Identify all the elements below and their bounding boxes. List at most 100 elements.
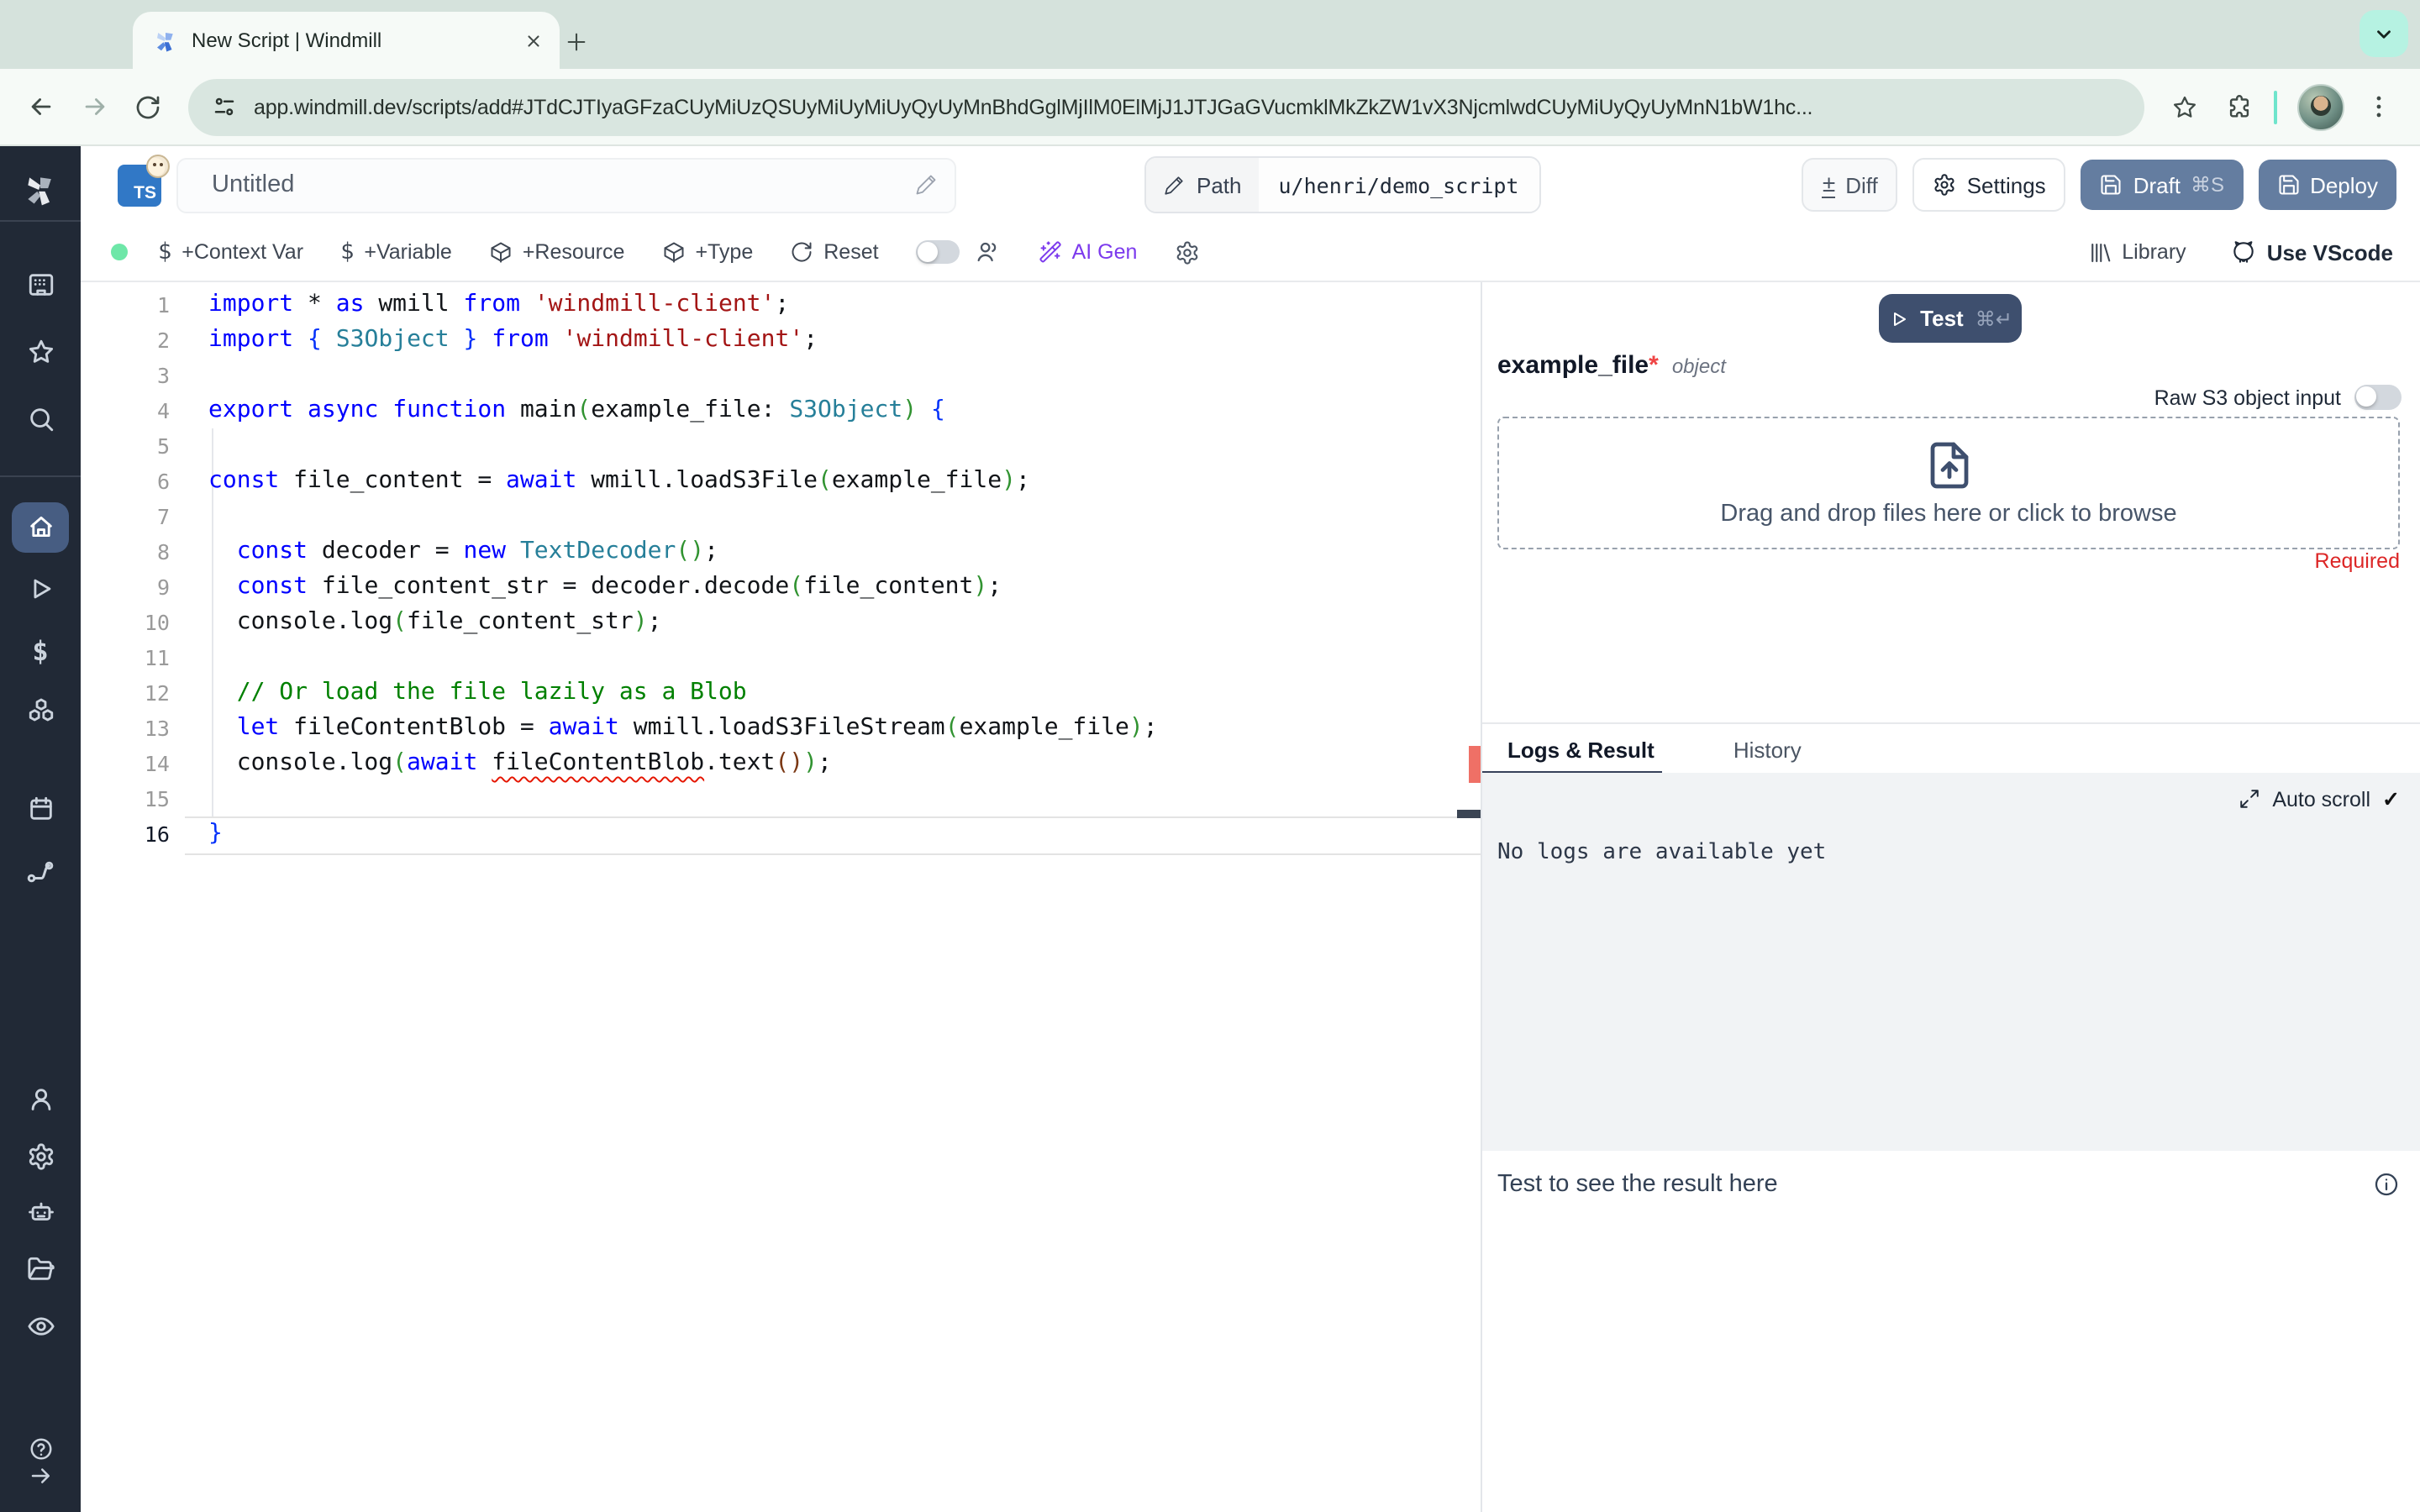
sidebar-expand-button[interactable] [0, 1463, 81, 1488]
code-line[interactable]: 1 import * as wmill from 'windmill-client… [81, 286, 1481, 322]
sidebar-item-runs[interactable] [0, 575, 81, 603]
use-vscode-button[interactable]: Use VScode [2230, 239, 2393, 265]
sidebar-item-users[interactable] [0, 1085, 81, 1114]
pencil-icon [1163, 174, 1185, 196]
code-line[interactable]: 3 [81, 357, 1481, 392]
info-icon[interactable] [2373, 1171, 2400, 1198]
forward-button[interactable] [71, 83, 118, 130]
windmill-logo[interactable] [0, 171, 81, 208]
star-icon [26, 338, 55, 366]
deploy-button[interactable]: Deploy [2258, 160, 2396, 210]
reset-button[interactable]: Reset [790, 240, 879, 264]
bun-runtime-icon [146, 154, 170, 177]
bookmark-star-button[interactable] [2161, 83, 2208, 130]
settings-button[interactable]: Settings [1912, 158, 2066, 212]
sidebar-item-audit-logs[interactable] [0, 1312, 81, 1341]
gear-icon [26, 1142, 55, 1171]
ai-gen-label: AI Gen [1071, 240, 1138, 264]
address-bar[interactable]: app.windmill.dev/scripts/add#JTdCJTIyaGF… [188, 78, 2144, 135]
add-resource-button[interactable]: +Resource [489, 240, 624, 264]
code-line[interactable]: 15 [81, 780, 1481, 816]
diff-button[interactable]: ± Diff [1802, 158, 1898, 212]
draft-button[interactable]: Draft ⌘S [2081, 160, 2244, 210]
code-line[interactable]: 11 [81, 639, 1481, 675]
tab-logs-result[interactable]: Logs & Result [1507, 737, 1655, 762]
variable-label: +Variable [364, 240, 452, 264]
raw-s3-toggle[interactable] [2354, 385, 2402, 410]
collab-toggle[interactable] [915, 240, 960, 264]
code-line[interactable]: 13 let fileContentBlob = await wmill.loa… [81, 710, 1481, 745]
people-icon[interactable] [975, 239, 1002, 265]
path-edit-button[interactable]: Path [1146, 158, 1259, 212]
sidebar-item-folders[interactable] [0, 1255, 81, 1284]
back-button[interactable] [17, 83, 64, 130]
code-line[interactable]: 7 [81, 498, 1481, 533]
test-button[interactable]: Test ⌘↵ [1879, 294, 2022, 343]
play-icon [1888, 308, 1908, 328]
new-tab-button[interactable] [565, 24, 588, 57]
script-title-input[interactable]: Untitled [176, 157, 956, 213]
edit-pencil-icon[interactable] [914, 173, 938, 197]
editor-scrollbar-thumb[interactable] [1457, 810, 1481, 818]
sidebar-item-help[interactable] [0, 1436, 81, 1462]
code-line[interactable]: 8 const decoder = new TextDecoder(); [81, 533, 1481, 569]
reload-button[interactable] [124, 83, 171, 130]
raw-s3-toggle-row: Raw S3 object input [2154, 385, 2402, 410]
sidebar-divider [0, 475, 81, 477]
code-line[interactable]: 4 export async function main(example_file… [81, 392, 1481, 428]
folder-open-icon [26, 1255, 55, 1284]
site-settings-icon[interactable] [212, 94, 237, 119]
browser-tab[interactable]: New Script | Windmill [133, 12, 560, 69]
save-icon [2276, 173, 2300, 197]
run-panel: Test ⌘↵ example_file* object Raw S3 obje… [1481, 282, 2420, 1512]
add-context-var-button[interactable]: $ +Context Var [158, 239, 303, 265]
window-chevron-button[interactable] [2360, 10, 2408, 57]
sidebar-item-flows[interactable] [0, 857, 81, 887]
extensions-icon[interactable] [2225, 92, 2254, 121]
code-line[interactable]: 9 const file_content_str = decoder.decod… [81, 569, 1481, 604]
header-actions: ± Diff Settings Draft ⌘S Deploy [1802, 158, 2396, 212]
tab-history[interactable]: History [1733, 737, 1802, 762]
browser-menu-icon[interactable] [2365, 92, 2393, 121]
profile-avatar[interactable] [2297, 83, 2344, 130]
sidebar-item-workers[interactable] [0, 1198, 81, 1226]
code-line[interactable]: 6 const file_content = await wmill.loadS3… [81, 463, 1481, 498]
add-variable-button[interactable]: $ +Variable [340, 239, 452, 265]
sidebar-item-home[interactable] [0, 512, 81, 541]
auto-scroll-control[interactable]: Auto scroll ✓ [2238, 786, 2400, 811]
sidebar-item-settings[interactable] [0, 1142, 81, 1171]
test-shortcut: ⌘↵ [1975, 307, 2012, 330]
line-number: 11 [144, 644, 170, 669]
code-line[interactable]: 12 // Or load the file lazily as a Blob [81, 675, 1481, 710]
code-line[interactable]: 10 console.log(file_content_str); [81, 604, 1481, 639]
library-button[interactable]: Library [2086, 239, 2186, 265]
main-area: TS Untitled Path u/henri/demo_script ± D… [81, 146, 2420, 1512]
expand-icon[interactable] [2238, 788, 2260, 810]
sidebar-item-search[interactable] [0, 405, 81, 433]
required-badge: Required [2314, 549, 2400, 573]
sidebar-item-favorites[interactable] [0, 338, 81, 366]
code-line[interactable]: 14 console.log(await fileContentBlob.tex… [81, 745, 1481, 780]
package-icon [661, 240, 685, 264]
chevron-down-icon [2373, 23, 2395, 45]
sidebar-item-schedules[interactable] [0, 795, 81, 823]
sidebar-item-variables[interactable]: $ [0, 635, 81, 667]
tab-title: New Script | Windmill [192, 29, 382, 52]
tab-close-icon[interactable] [524, 31, 543, 50]
code-line[interactable]: 5 [81, 428, 1481, 463]
sidebar-item-apps[interactable] [0, 270, 81, 299]
code-line[interactable]: 16} [81, 816, 1481, 851]
ai-gen-button[interactable]: AI Gen [1039, 240, 1138, 264]
result-placeholder: Test to see the result here [1497, 1171, 1778, 1198]
path-group[interactable]: Path u/henri/demo_script [1144, 156, 1541, 213]
add-type-button[interactable]: +Type [661, 240, 753, 264]
code-line[interactable]: 2 import { S3Object } from 'windmill-clie… [81, 322, 1481, 357]
path-label: Path [1197, 172, 1242, 197]
file-dropzone[interactable]: Drag and drop files here or click to bro… [1497, 417, 2400, 549]
sidebar-item-resources[interactable] [0, 696, 81, 724]
library-icon [2086, 239, 2112, 265]
result-placeholder-row: Test to see the result here [1482, 1151, 2420, 1218]
editor-settings-button[interactable] [1174, 239, 1199, 265]
auto-scroll-label: Auto scroll [2272, 787, 2371, 811]
code-editor[interactable]: 1 import * as wmill from 'windmill-client… [81, 282, 1481, 1512]
